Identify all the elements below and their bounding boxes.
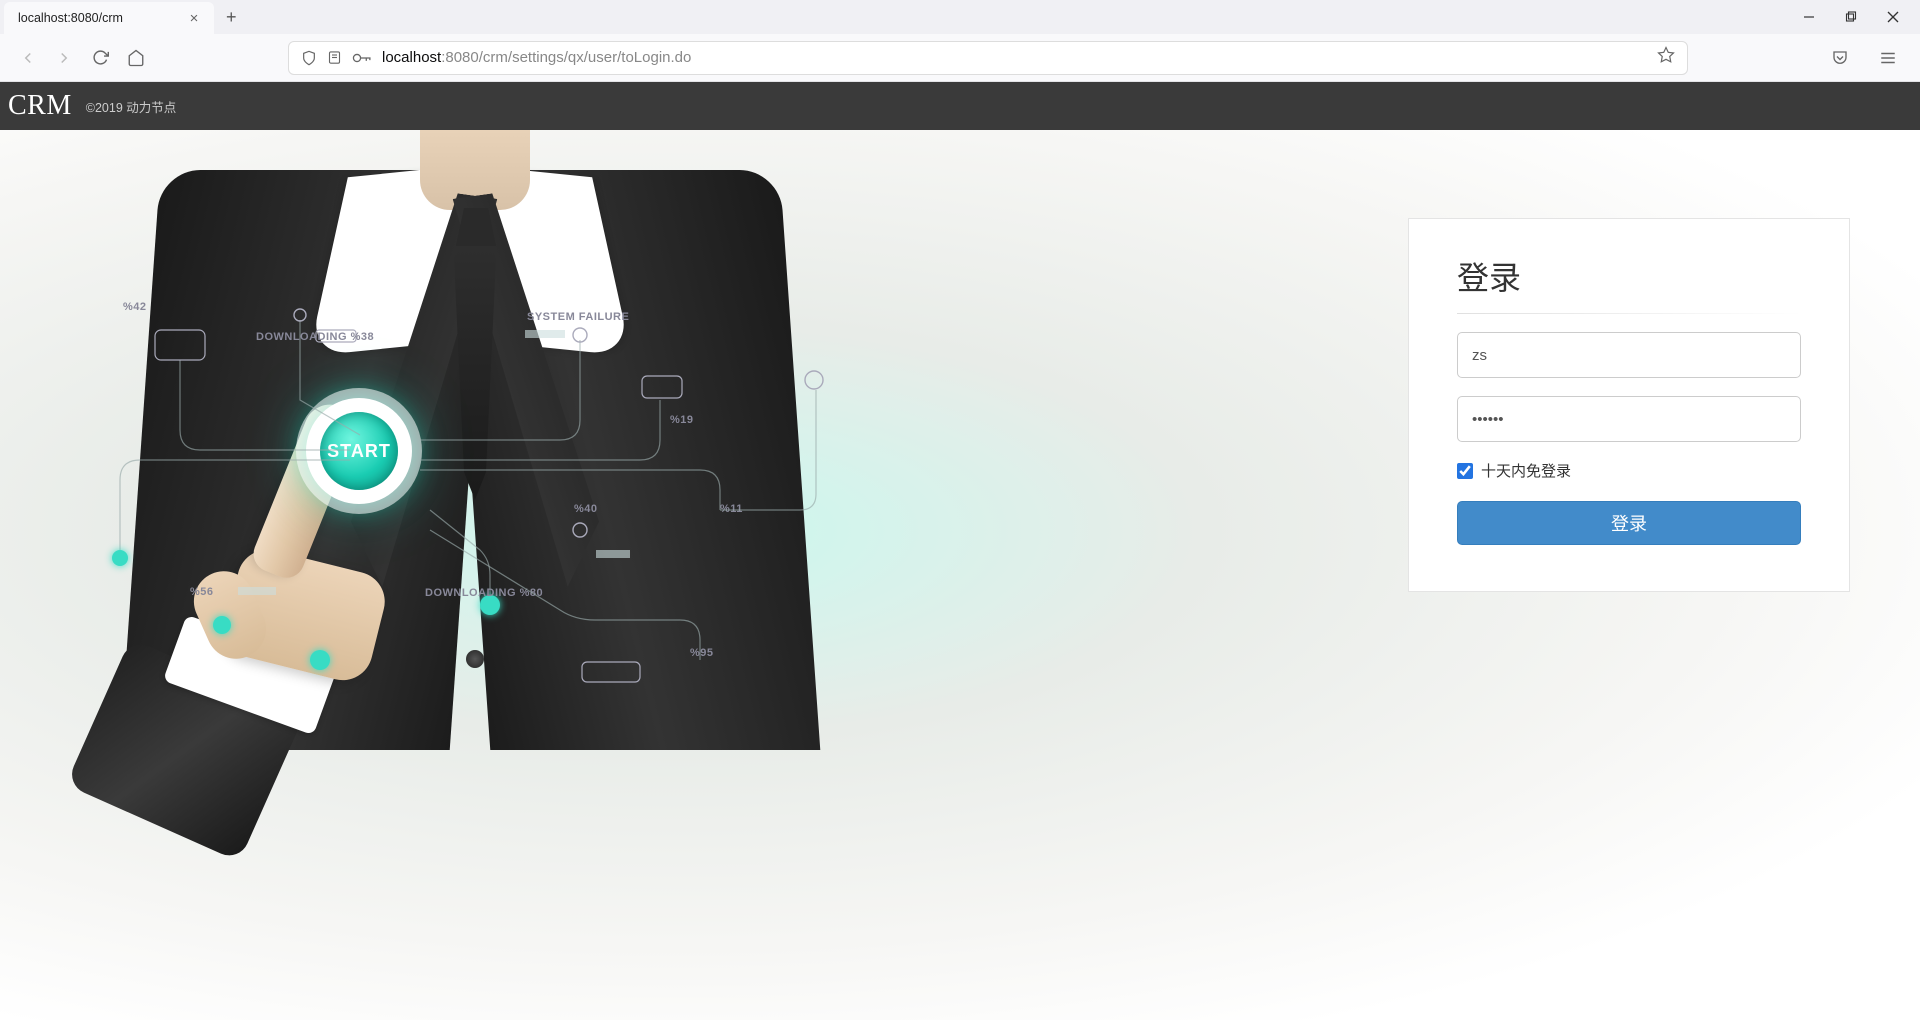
browser-toolbar: localhost:8080/crm/settings/qx/user/toLo… (0, 34, 1920, 82)
close-icon[interactable] (1886, 10, 1900, 24)
tab-close-icon[interactable]: × (186, 10, 202, 27)
browser-tab[interactable]: localhost:8080/crm × (4, 2, 214, 34)
url-text: localhost:8080/crm/settings/qx/user/toLo… (382, 49, 1647, 66)
copyright-text: ©2019 动力节点 (86, 97, 177, 116)
forward-icon[interactable] (50, 44, 78, 72)
app-header: CRM ©2019 动力节点 (0, 82, 1920, 130)
toolbar-right (1826, 44, 1906, 72)
password-input[interactable] (1457, 396, 1801, 442)
new-tab-icon[interactable]: + (214, 7, 249, 28)
remember-label: 十天内免登录 (1481, 460, 1571, 481)
bookmark-star-icon[interactable] (1657, 46, 1675, 69)
start-badge: START (306, 398, 412, 504)
tab-title: localhost:8080/crm (18, 11, 178, 25)
reload-icon[interactable] (86, 44, 114, 72)
home-icon[interactable] (122, 44, 150, 72)
shield-icon[interactable] (301, 50, 317, 66)
login-title: 登录 (1457, 253, 1801, 314)
brand-text: CRM (8, 90, 72, 122)
remember-checkbox[interactable] (1457, 463, 1473, 479)
address-bar[interactable]: localhost:8080/crm/settings/qx/user/toLo… (288, 41, 1688, 75)
login-button[interactable]: 登录 (1457, 501, 1801, 545)
username-input[interactable] (1457, 332, 1801, 378)
page-info-icon[interactable] (327, 50, 342, 65)
back-icon[interactable] (14, 44, 42, 72)
window-controls (1782, 0, 1920, 34)
permissions-icon[interactable] (352, 51, 372, 65)
main-area: START %42 %56 DOWNLOADING %38 SYSTEM FAI… (0, 130, 1920, 1020)
remember-row[interactable]: 十天内免登录 (1457, 460, 1801, 481)
pocket-icon[interactable] (1826, 44, 1854, 72)
start-label: START (327, 441, 391, 462)
menu-icon[interactable] (1874, 44, 1902, 72)
browser-tab-bar: localhost:8080/crm × + (0, 0, 1920, 34)
login-panel: 登录 十天内免登录 登录 (1408, 218, 1850, 592)
maximize-icon[interactable] (1844, 10, 1858, 24)
minimize-icon[interactable] (1802, 10, 1816, 24)
